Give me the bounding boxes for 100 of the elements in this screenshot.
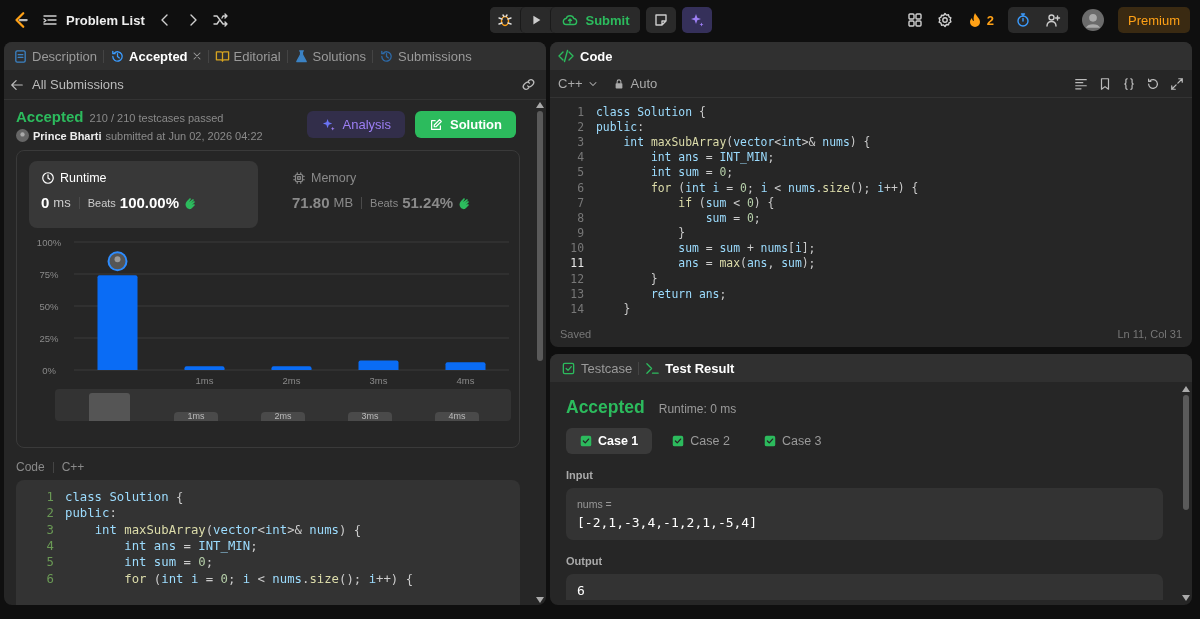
code-line: public: [65, 506, 117, 521]
code-line: } [677, 226, 686, 241]
line-number: 1 [576, 104, 585, 119]
case-tab[interactable]: Case 1 [566, 428, 653, 454]
line-number: 4 [45, 539, 55, 554]
overview-label: 3ms [348, 412, 392, 421]
beats-percent: 51.24% [402, 194, 454, 211]
axis-label: 25% [39, 333, 59, 344]
code-line: } [649, 271, 658, 286]
line-number: 9 [576, 226, 585, 241]
line-number: 8 [576, 210, 585, 225]
format-icon[interactable] [1074, 76, 1088, 91]
beats-label: Beats [370, 196, 399, 209]
panel-tab[interactable]: Editorial [211, 44, 284, 68]
back-arrow-icon[interactable] [10, 77, 24, 92]
cloud-upload-icon [561, 12, 580, 28]
result-status: Accepted [566, 397, 645, 418]
book-icon [214, 48, 230, 64]
code-line: } [622, 302, 631, 317]
analysis-button[interactable]: Analysis [306, 111, 405, 138]
bookmark-icon[interactable] [1098, 76, 1112, 91]
stat-card[interactable]: Runtime 0 ms Beats 100.00% [29, 161, 258, 228]
code-line: public: [596, 119, 644, 134]
line-number: 10 [569, 241, 585, 256]
cursor-position: Ln 11, Col 31 [1117, 328, 1182, 340]
axis-label: 50% [39, 301, 59, 312]
line-number: 12 [569, 271, 585, 286]
braces-icon[interactable] [1122, 76, 1136, 91]
code-line: class Solution { [596, 104, 706, 119]
avatar-icon [16, 129, 29, 142]
line-number: 6 [45, 571, 55, 586]
axis-label: 3ms [369, 375, 388, 386]
variable-name: nums = [577, 498, 613, 510]
ai-button[interactable] [681, 7, 712, 33]
stat-card[interactable]: Memory 71.80 MB Beats 51.24% [280, 161, 509, 228]
language-dropdown[interactable]: C++ [558, 76, 599, 91]
mode-label[interactable]: Auto [630, 76, 658, 91]
panel-tab[interactable]: Test Result [642, 360, 738, 376]
axis-label: 100% [36, 237, 62, 248]
submit-button[interactable]: Submit [550, 7, 640, 33]
stat-value: 0 [41, 194, 50, 211]
reset-icon[interactable] [1146, 76, 1160, 91]
stat-unit: ms [53, 195, 71, 210]
output-value: 6 [577, 583, 586, 598]
settings-icon[interactable] [936, 12, 953, 28]
case-tab[interactable]: Case 2 [658, 428, 744, 454]
problem-list-link[interactable]: Problem List [66, 12, 145, 28]
panel-tab[interactable]: Testcase [558, 360, 636, 376]
streak-count: 2 [986, 12, 994, 28]
shuffle-icon[interactable] [212, 12, 229, 28]
note-icon [652, 12, 669, 28]
list-icon[interactable] [42, 12, 58, 28]
expand-icon[interactable] [1170, 76, 1184, 91]
panel-title: Code [580, 48, 613, 64]
code-line: sum = 0; [704, 210, 761, 225]
scrollbar[interactable] [534, 100, 546, 605]
clock-icon [41, 171, 55, 185]
scroll-up-icon[interactable] [536, 102, 544, 108]
panel-tab[interactable]: Submissions [376, 44, 475, 68]
stat-label: Memory [311, 171, 357, 185]
premium-button[interactable]: Premium [1118, 7, 1190, 33]
code-line: int sum = 0; [123, 555, 214, 570]
chart-overview[interactable]: 1ms 2ms 3ms 4ms [55, 389, 511, 421]
chip-icon [292, 171, 306, 185]
axis-label: 4ms [456, 375, 475, 386]
bar[interactable] [184, 366, 225, 370]
link-icon[interactable] [521, 77, 536, 92]
code-line: sum = sum + nums[i]; [677, 241, 816, 256]
bar[interactable] [271, 366, 312, 370]
save-status: Saved [560, 328, 592, 340]
code-line: ans = max(ans, sum); [677, 256, 816, 271]
author-name[interactable]: Prince Bharti [33, 129, 102, 142]
overview-label: 2ms [261, 412, 305, 421]
layout-grid-icon[interactable] [906, 12, 923, 28]
scroll-down-icon[interactable] [1182, 595, 1190, 601]
code-line: if (sum < 0) { [677, 195, 775, 210]
avatar-icon[interactable] [1082, 9, 1104, 31]
note-button[interactable] [645, 7, 676, 33]
scroll-down-icon[interactable] [536, 597, 544, 603]
line-number: 7 [576, 195, 585, 210]
axis-label: 1ms [195, 375, 214, 386]
code-icon [558, 48, 574, 64]
line-number: 4 [576, 150, 585, 165]
line-number: 1 [45, 490, 55, 505]
line-number: 2 [576, 119, 585, 134]
panel-tab[interactable]: Accepted [107, 44, 191, 68]
history-icon [110, 48, 126, 64]
code-line: for (int i = 0; i < nums.size(); i++) { [123, 571, 414, 586]
checkbox-icon [561, 360, 576, 376]
submitted-time: submitted at Jun 02, 2026 04:22 [105, 129, 263, 142]
scroll-up-icon[interactable] [1182, 386, 1190, 392]
case-tab[interactable]: Case 3 [749, 428, 836, 454]
panel-tab[interactable]: Description [10, 44, 101, 68]
panel-tab[interactable]: Solutions [290, 44, 369, 68]
all-submissions-link[interactable]: All Submissions [32, 77, 124, 92]
testcases-summary: 210 / 210 testcases passed [89, 112, 224, 124]
overview-label: 1ms [174, 412, 218, 421]
line-number: 5 [576, 165, 585, 180]
axis-label: 75% [39, 269, 59, 280]
line-number: 14 [569, 302, 585, 317]
